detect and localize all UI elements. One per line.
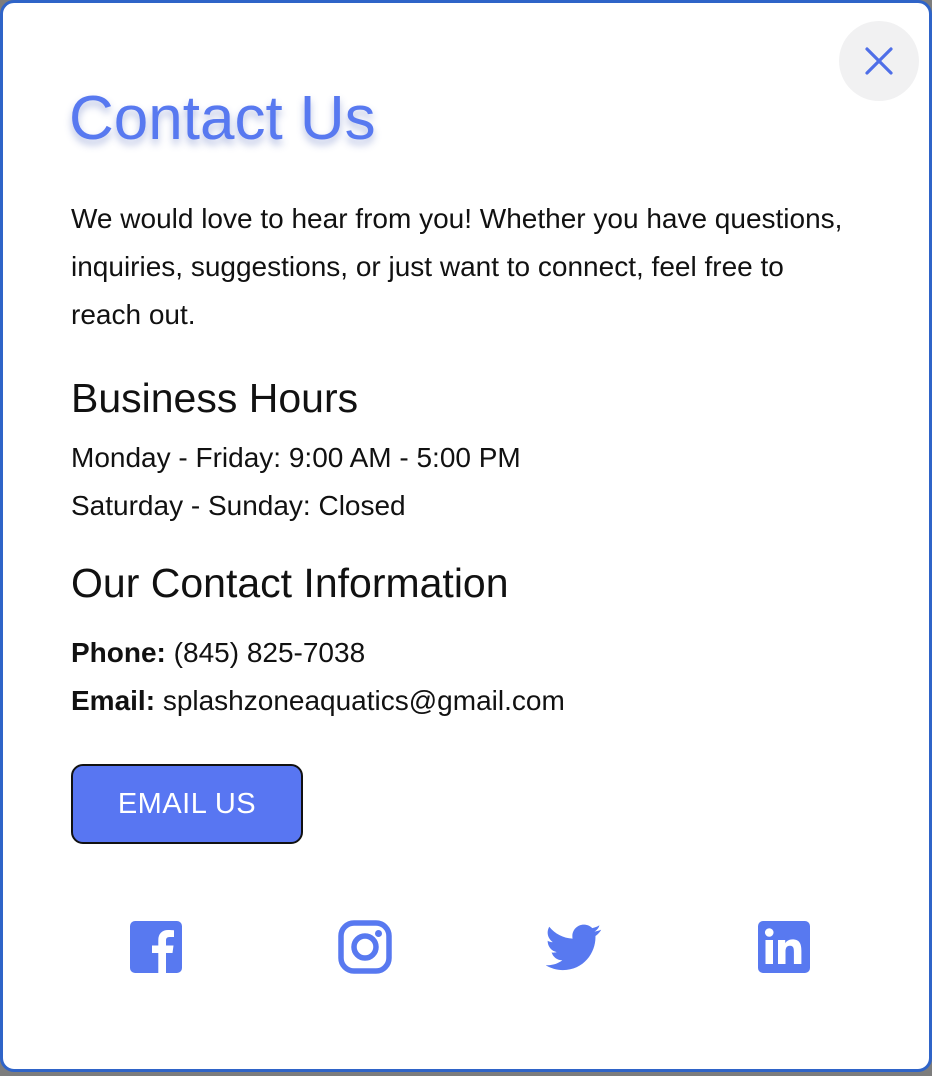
facebook-link[interactable] bbox=[128, 919, 184, 975]
twitter-link[interactable] bbox=[546, 919, 602, 975]
email-us-button[interactable]: EMAIL US bbox=[71, 764, 303, 844]
phone-value: (845) 825-7038 bbox=[173, 637, 366, 668]
facebook-icon bbox=[130, 921, 182, 973]
instagram-link[interactable] bbox=[337, 919, 393, 975]
twitter-icon bbox=[546, 924, 602, 971]
contact-modal: Contact Us We would love to hear from yo… bbox=[0, 0, 932, 1072]
intro-text: We would love to hear from you! Whether … bbox=[71, 203, 843, 330]
phone-label: Phone: bbox=[71, 637, 166, 668]
email-label: Email: bbox=[71, 685, 156, 716]
business-hours-heading: Business Hours bbox=[71, 375, 359, 421]
contact-info-heading: Our Contact Information bbox=[71, 560, 509, 606]
weekend-hours: Saturday - Sunday: Closed bbox=[71, 490, 406, 521]
linkedin-link[interactable] bbox=[756, 919, 812, 975]
close-icon bbox=[865, 47, 893, 75]
email-line: Email: splashzoneaquatics@gmail.com bbox=[71, 681, 565, 721]
linkedin-icon bbox=[758, 921, 810, 973]
instagram-icon bbox=[338, 920, 392, 974]
phone-line: Phone: (845) 825-7038 bbox=[71, 633, 365, 673]
email-value: splashzoneaquatics@gmail.com bbox=[162, 685, 565, 716]
weekday-hours: Monday - Friday: 9:00 AM - 5:00 PM bbox=[71, 442, 521, 473]
modal-title: Contact Us bbox=[69, 84, 376, 153]
close-button[interactable] bbox=[839, 21, 919, 101]
